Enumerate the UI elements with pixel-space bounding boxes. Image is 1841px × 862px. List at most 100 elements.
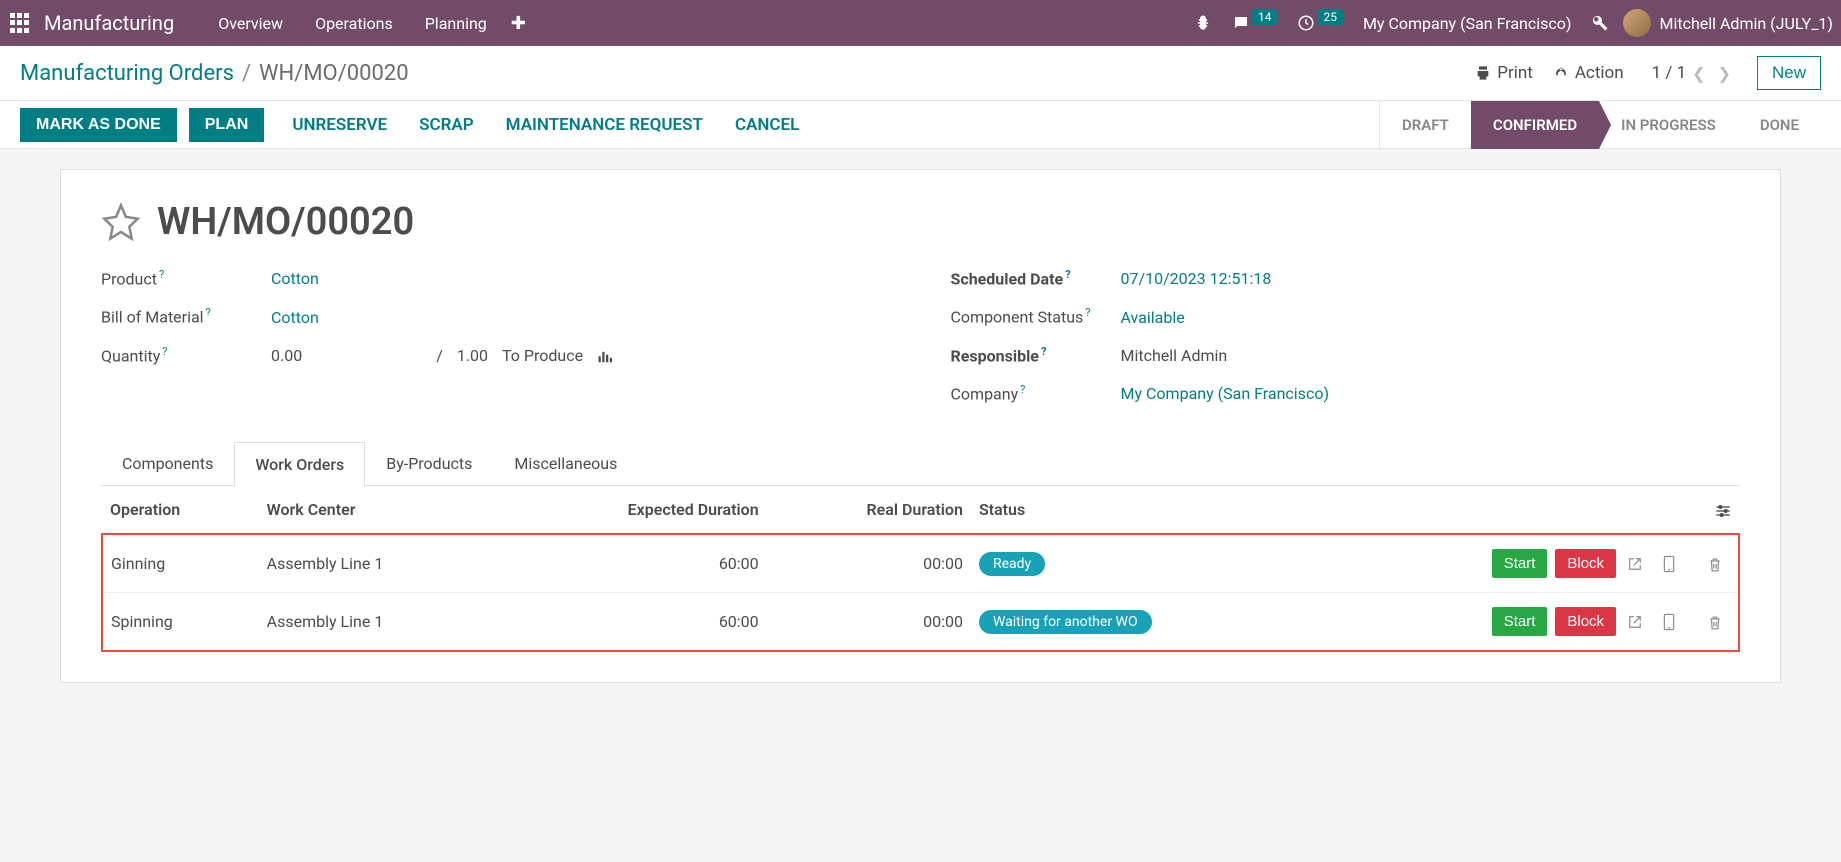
company-selector[interactable]: My Company (San Francisco) bbox=[1363, 14, 1572, 33]
cell-expected: 60:00 bbox=[500, 593, 767, 652]
cell-work-center: Assembly Line 1 bbox=[259, 534, 500, 593]
status-in-progress[interactable]: IN PROGRESS bbox=[1599, 101, 1738, 149]
nav-planning[interactable]: Planning bbox=[409, 14, 503, 33]
bom-value[interactable]: Cotton bbox=[271, 308, 319, 327]
app-title: Manufacturing bbox=[44, 11, 174, 35]
pager-prev-icon[interactable]: ❮ bbox=[1692, 64, 1705, 83]
cell-real: 00:00 bbox=[767, 534, 971, 593]
user-menu[interactable]: Mitchell Admin (JULY_1) bbox=[1659, 14, 1833, 33]
tab-components[interactable]: Components bbox=[101, 441, 234, 485]
status-flow: DRAFT CONFIRMED IN PROGRESS DONE bbox=[1379, 101, 1821, 149]
messages-icon[interactable]: 14 bbox=[1232, 14, 1278, 32]
scrap-button[interactable]: SCRAP bbox=[403, 115, 490, 135]
quantity-value[interactable]: 0.00 bbox=[271, 346, 302, 365]
plan-button[interactable]: PLAN bbox=[189, 108, 265, 142]
unreserve-button[interactable]: UNRESERVE bbox=[276, 115, 403, 135]
pager: 1 / 1 bbox=[1652, 63, 1687, 83]
tablet-icon[interactable] bbox=[1662, 554, 1676, 572]
cell-real: 00:00 bbox=[767, 593, 971, 652]
help-icon[interactable]: ? bbox=[1065, 268, 1070, 281]
topbar: Manufacturing Overview Operations Planni… bbox=[0, 0, 1841, 46]
block-button[interactable]: Block bbox=[1555, 549, 1616, 578]
breadcrumb-current: WH/MO/00020 bbox=[259, 61, 409, 86]
col-real-duration[interactable]: Real Duration bbox=[767, 486, 971, 534]
tab-by-products[interactable]: By-Products bbox=[365, 441, 493, 485]
cancel-button[interactable]: CANCEL bbox=[719, 115, 815, 135]
forecast-icon[interactable] bbox=[597, 346, 615, 365]
open-external-icon[interactable] bbox=[1628, 554, 1642, 572]
table-row[interactable]: Ginning Assembly Line 1 60:00 00:00 Read… bbox=[102, 534, 1739, 593]
cell-operation: Spinning bbox=[102, 593, 259, 652]
scheduled-date-value[interactable]: 07/10/2023 12:51:18 bbox=[1121, 269, 1272, 288]
action-label: Action bbox=[1575, 63, 1624, 83]
debug-icon[interactable] bbox=[1194, 14, 1212, 32]
tab-miscellaneous[interactable]: Miscellaneous bbox=[493, 441, 638, 485]
block-button[interactable]: Block bbox=[1555, 607, 1616, 636]
nav-overview[interactable]: Overview bbox=[202, 14, 299, 33]
status-draft[interactable]: DRAFT bbox=[1380, 101, 1471, 149]
cell-work-center: Assembly Line 1 bbox=[259, 593, 500, 652]
table-row[interactable]: Spinning Assembly Line 1 60:00 00:00 Wai… bbox=[102, 593, 1739, 652]
company-label: Company? bbox=[951, 383, 1121, 403]
pager-next-icon[interactable]: ❯ bbox=[1718, 64, 1731, 83]
quantity-label: Quantity? bbox=[101, 345, 271, 365]
status-badge: Waiting for another WO bbox=[979, 610, 1152, 634]
delete-icon[interactable] bbox=[1708, 613, 1722, 631]
tab-work-orders[interactable]: Work Orders bbox=[234, 442, 365, 486]
open-external-icon[interactable] bbox=[1628, 612, 1642, 630]
cell-operation: Ginning bbox=[102, 534, 259, 593]
component-status-value: Available bbox=[1121, 308, 1185, 327]
bom-label: Bill of Material? bbox=[101, 306, 271, 326]
status-badge: Ready bbox=[979, 552, 1045, 576]
help-icon[interactable]: ? bbox=[1020, 383, 1025, 396]
status-confirmed[interactable]: CONFIRMED bbox=[1471, 101, 1599, 149]
delete-icon[interactable] bbox=[1708, 555, 1722, 573]
col-expected-duration[interactable]: Expected Duration bbox=[500, 486, 767, 534]
print-button[interactable]: Print bbox=[1475, 63, 1533, 83]
add-menu-icon[interactable]: ✚ bbox=[511, 13, 526, 34]
nav-operations[interactable]: Operations bbox=[299, 14, 409, 33]
col-operation[interactable]: Operation bbox=[102, 486, 259, 534]
help-icon[interactable]: ? bbox=[162, 345, 167, 358]
cell-expected: 60:00 bbox=[500, 534, 767, 593]
breadcrumb-root[interactable]: Manufacturing Orders bbox=[20, 61, 234, 86]
col-work-center[interactable]: Work Center bbox=[259, 486, 500, 534]
user-avatar[interactable] bbox=[1623, 9, 1651, 37]
command-bar: MARK AS DONE PLAN UNRESERVE SCRAP MAINTE… bbox=[0, 101, 1841, 149]
activities-badge: 25 bbox=[1317, 9, 1343, 25]
settings-icon[interactable] bbox=[1591, 14, 1609, 32]
status-done[interactable]: DONE bbox=[1738, 101, 1821, 149]
responsible-label: Responsible? bbox=[951, 345, 1121, 365]
messages-badge: 14 bbox=[1252, 9, 1278, 25]
planned-qty-value[interactable]: 1.00 bbox=[457, 346, 488, 365]
tablet-icon[interactable] bbox=[1662, 612, 1676, 630]
maintenance-request-button[interactable]: MAINTENANCE REQUEST bbox=[490, 115, 719, 135]
action-dropdown[interactable]: Action bbox=[1553, 63, 1624, 83]
start-button[interactable]: Start bbox=[1492, 549, 1548, 578]
record-title: WH/MO/00020 bbox=[157, 200, 414, 244]
start-button[interactable]: Start bbox=[1492, 607, 1548, 636]
breadcrumb-sep: / bbox=[242, 61, 251, 86]
responsible-value[interactable]: Mitchell Admin bbox=[1121, 346, 1228, 365]
help-icon[interactable]: ? bbox=[1041, 345, 1046, 358]
activities-icon[interactable]: 25 bbox=[1297, 14, 1343, 32]
work-orders-table: Operation Work Center Expected Duration … bbox=[101, 486, 1740, 652]
mark-as-done-button[interactable]: MARK AS DONE bbox=[20, 108, 177, 142]
adjust-columns-icon[interactable] bbox=[1715, 500, 1731, 519]
breadcrumb-bar: Manufacturing Orders / WH/MO/00020 Print… bbox=[0, 46, 1841, 101]
help-icon[interactable]: ? bbox=[206, 306, 211, 319]
product-label: Product? bbox=[101, 268, 271, 288]
uom-value[interactable]: To Produce bbox=[502, 346, 583, 365]
form-tabs: Components Work Orders By-Products Misce… bbox=[101, 441, 1740, 486]
print-label: Print bbox=[1497, 63, 1533, 83]
component-status-label: Component Status? bbox=[951, 306, 1121, 326]
help-icon[interactable]: ? bbox=[159, 268, 164, 281]
scheduled-date-label: Scheduled Date? bbox=[951, 268, 1121, 288]
company-value[interactable]: My Company (San Francisco) bbox=[1121, 384, 1330, 403]
help-icon[interactable]: ? bbox=[1085, 306, 1090, 319]
favorite-star-icon[interactable] bbox=[101, 202, 141, 242]
col-status[interactable]: Status bbox=[971, 486, 1314, 534]
product-value[interactable]: Cotton bbox=[271, 269, 319, 288]
new-button[interactable]: New bbox=[1757, 56, 1821, 90]
apps-menu-icon[interactable] bbox=[8, 11, 32, 35]
